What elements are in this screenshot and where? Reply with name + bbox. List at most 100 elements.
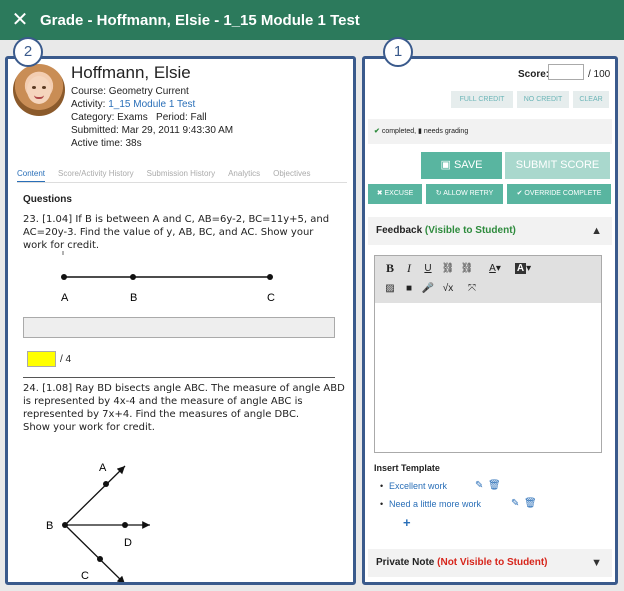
trash-icon[interactable]: 🗑 bbox=[488, 480, 501, 491]
label-d: D bbox=[124, 537, 132, 549]
score-input[interactable] bbox=[548, 64, 584, 80]
question-24-line-3: represented by 7x+4. Find the measures o… bbox=[23, 409, 300, 420]
underline-button[interactable]: U bbox=[419, 260, 437, 277]
avatar-face bbox=[27, 76, 51, 104]
question-23-line-1: 23. [1.04] If B is between A and C, AB=6… bbox=[23, 214, 330, 225]
edit-icon[interactable]: ✎ bbox=[475, 480, 483, 491]
question-score-input[interactable] bbox=[27, 351, 56, 367]
question-23-line-2: AC=20y-3. Find the value of y, AB, BC, a… bbox=[23, 227, 314, 238]
point-c bbox=[267, 274, 273, 280]
score-max: / 100 bbox=[588, 69, 611, 80]
question-24-line-4: Show your work for credit. bbox=[23, 422, 155, 433]
page-title: Grade - Hoffmann, Elsie - 1_15 Module 1 … bbox=[40, 11, 360, 29]
fullscreen-icon[interactable]: ⤧ bbox=[463, 280, 481, 297]
segment-diagram: A B C bbox=[61, 251, 275, 304]
clear-button[interactable]: CLEAR bbox=[573, 91, 609, 108]
submission-panel: Hoffmann, Elsie Course: Geometry Current… bbox=[5, 56, 356, 585]
point-b bbox=[130, 274, 136, 280]
tab-analytics[interactable]: Analytics bbox=[228, 169, 260, 182]
label-b: B bbox=[130, 292, 137, 304]
equation-icon[interactable]: √x bbox=[439, 280, 457, 297]
background-color-glyph: A bbox=[514, 263, 527, 274]
chevron-up-icon[interactable]: ▲ bbox=[591, 217, 602, 245]
no-credit-button[interactable]: NO CREDIT bbox=[517, 91, 569, 108]
question-24-line-2: is represented by 4x-4 and the measure o… bbox=[23, 396, 303, 407]
bullet: • bbox=[380, 499, 384, 509]
point-a bbox=[61, 274, 67, 280]
allow-retry-label: ALLOW RETRY bbox=[443, 190, 494, 197]
activity-link[interactable]: 1_15 Module 1 Test bbox=[108, 99, 195, 110]
allow-retry-button[interactable]: ↻ ALLOW RETRY bbox=[426, 184, 503, 204]
activity-info: Activity: 1_15 Module 1 Test bbox=[71, 99, 195, 110]
excuse-button[interactable]: ✖ EXCUSE bbox=[368, 184, 422, 204]
link-icon[interactable]: ⛓ bbox=[439, 260, 457, 277]
callout-badge-1: 1 bbox=[383, 37, 413, 67]
callout-badge-2: 2 bbox=[13, 37, 43, 67]
point-a bbox=[103, 481, 109, 487]
x-icon: ✖ bbox=[376, 190, 383, 197]
video-icon[interactable]: ■ bbox=[400, 280, 418, 297]
tab-submission-history[interactable]: Submission History bbox=[147, 169, 215, 182]
feedback-editor[interactable]: B I U ⛓ ⛓ A▾ A ▾ ▨ ■ 🎤 √x ⤧ bbox=[374, 255, 602, 453]
editor-toolbar: B I U ⛓ ⛓ A▾ A ▾ ▨ ■ 🎤 √x ⤧ bbox=[375, 256, 601, 303]
document-icon: ▮ bbox=[418, 128, 422, 135]
trash-icon[interactable]: 🗑 bbox=[524, 498, 537, 509]
bullet: • bbox=[380, 481, 384, 491]
tab-content[interactable]: Content bbox=[17, 169, 46, 182]
save-draft-button[interactable]: ▣ SAVE DRAFT bbox=[421, 152, 502, 198]
question-24-line-1: 24. [1.08] Ray BD bisects angle ABC. The… bbox=[23, 383, 345, 394]
label-a: A bbox=[99, 462, 107, 474]
close-icon[interactable]: ✕ bbox=[0, 0, 40, 40]
tab-objectives[interactable]: Objectives bbox=[273, 169, 310, 182]
template-excellent-work[interactable]: Excellent work bbox=[389, 481, 447, 491]
bold-button[interactable]: B bbox=[381, 260, 399, 277]
student-avatar bbox=[13, 64, 65, 116]
save-icon: ▣ bbox=[440, 159, 451, 171]
font-color-glyph: A bbox=[489, 263, 496, 274]
unlink-icon[interactable]: ⛓ bbox=[458, 260, 476, 277]
title-bar: ✕ Grade - Hoffmann, Elsie - 1_15 Module … bbox=[0, 0, 624, 40]
submit-score-button[interactable]: SUBMIT SCORE bbox=[505, 152, 610, 179]
avatar-eye bbox=[32, 86, 36, 89]
grading-panel: Score: / 100 FULL CREDIT NO CREDIT CLEAR… bbox=[362, 56, 618, 585]
student-name: Hoffmann, Elsie bbox=[71, 63, 191, 82]
image-icon[interactable]: ▨ bbox=[381, 280, 399, 297]
questions-heading: Questions bbox=[23, 194, 72, 205]
point-d bbox=[122, 522, 128, 528]
background-color-button[interactable]: A ▾ bbox=[511, 260, 535, 277]
refresh-icon: ↻ bbox=[435, 190, 442, 197]
category-info: Category: Exams Period: Fall bbox=[71, 112, 207, 123]
feedback-header[interactable]: Feedback (Visible to Student) ▲ bbox=[368, 217, 612, 245]
submitted-info: Submitted: Mar 29, 2011 9:43:30 AM bbox=[71, 125, 234, 136]
tab-score-activity-history[interactable]: Score/Activity History bbox=[58, 169, 134, 182]
excuse-label: EXCUSE bbox=[384, 190, 414, 197]
avatar-eye bbox=[42, 86, 46, 89]
override-complete-label: OVERRIDE COMPLETE bbox=[524, 190, 602, 197]
override-complete-button[interactable]: ✔ OVERRIDE COMPLETE bbox=[507, 184, 611, 204]
feedback-label: Feedback bbox=[376, 225, 423, 236]
private-note-header[interactable]: Private Note (Not Visible to Student) ▼ bbox=[368, 549, 612, 577]
point-c bbox=[97, 556, 103, 562]
student-answer-box bbox=[23, 317, 335, 338]
status-completed: completed, bbox=[381, 128, 417, 135]
period-label: Period: Fall bbox=[156, 112, 207, 123]
private-note-label: Private Note bbox=[376, 557, 435, 568]
angle-diagram: A B D C bbox=[46, 462, 150, 582]
label-c: C bbox=[81, 570, 89, 582]
label-a: A bbox=[61, 292, 69, 304]
insert-template-heading: Insert Template bbox=[374, 463, 440, 473]
italic-button[interactable]: I bbox=[400, 260, 418, 277]
edit-icon[interactable]: ✎ bbox=[511, 498, 519, 509]
microphone-icon[interactable]: 🎤 bbox=[419, 280, 437, 297]
check-circle-icon: ✔ bbox=[516, 190, 523, 197]
full-credit-button[interactable]: FULL CREDIT bbox=[451, 91, 513, 108]
chevron-down-icon[interactable]: ▼ bbox=[591, 549, 602, 577]
label-c: C bbox=[267, 292, 275, 304]
add-template-icon[interactable]: + bbox=[403, 515, 411, 530]
font-color-button[interactable]: A▾ bbox=[482, 260, 508, 277]
score-label: Score: bbox=[518, 69, 550, 80]
category-label: Category: Exams bbox=[71, 112, 148, 123]
template-need-more-work[interactable]: Need a little more work bbox=[389, 499, 481, 509]
private-note-visibility: (Not Visible to Student) bbox=[437, 557, 548, 568]
check-icon: ✔ bbox=[374, 128, 380, 135]
